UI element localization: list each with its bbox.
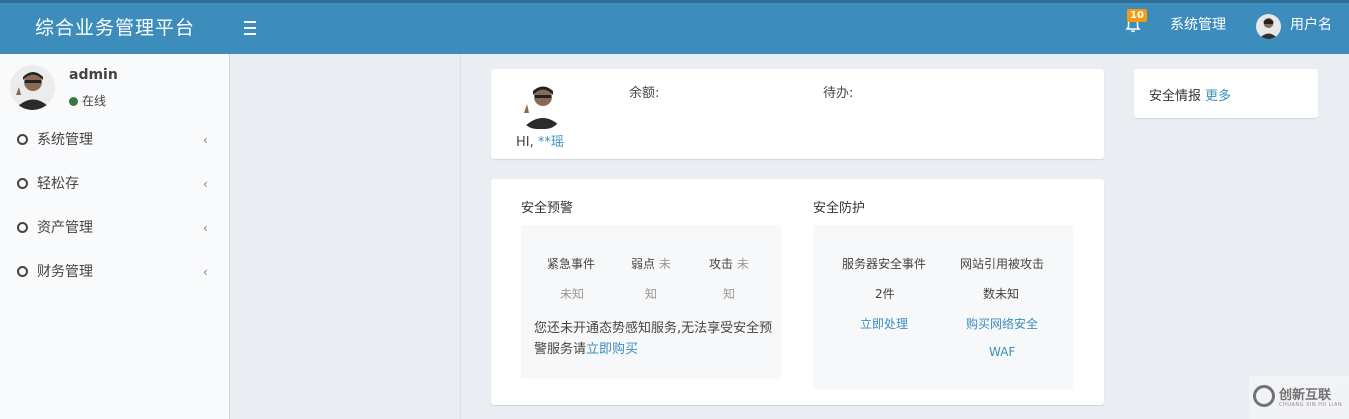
attack-label-text: 攻击: [709, 257, 734, 271]
balance-label: 余额:: [629, 86, 660, 101]
notice-body: 您还未开通态势感知服务,无法享受安全预警服务请: [534, 321, 773, 357]
circle-icon: [17, 134, 28, 145]
profile-avatar: [519, 79, 563, 129]
greeting-name[interactable]: **瑶: [538, 135, 564, 150]
user-panel: admin 在线: [0, 54, 229, 118]
security-card: 安全预警 紧急事件 未知 弱点 未 知 攻击 未 知 您还未开通态势感知服务,无…: [491, 179, 1104, 405]
server-events-label: 服务器安全事件: [842, 257, 927, 271]
user-menu[interactable]: 用户名: [1290, 0, 1332, 51]
security-warning-panel: 紧急事件 未知 弱点 未 知 攻击 未 知 您还未开通态势感知服务,无法享受安全…: [521, 225, 781, 379]
sidebar-item-assets[interactable]: 资产管理 ‹: [0, 206, 229, 250]
security-protection-title: 安全防护: [813, 201, 866, 216]
sidebar-item-label: 轻松存: [37, 176, 79, 192]
chevron-left-icon: ‹: [203, 177, 208, 191]
sidebar-item-label: 资产管理: [37, 220, 93, 236]
server-events-value: 2件: [875, 287, 895, 301]
security-protection-panel: 服务器安全事件 2件 立即处理 网站引用被攻击 数未知 购买网络安全 WAF: [813, 225, 1073, 389]
buy-now-link[interactable]: 立即购买: [586, 342, 638, 357]
handle-now-link[interactable]: 立即处理: [860, 315, 908, 332]
user-avatar: [10, 65, 55, 110]
system-management-link[interactable]: 系统管理: [1170, 0, 1226, 51]
attack-label-suffix: 未: [736, 257, 749, 271]
user-status: 在线: [69, 92, 106, 109]
sidebar-item-storage[interactable]: 轻松存 ‹: [0, 162, 229, 206]
greeting: HI, **瑶: [516, 131, 564, 150]
circle-icon: [17, 266, 28, 277]
intel-header: 安全情报 更多: [1149, 85, 1231, 104]
emergency-label: 紧急事件: [547, 257, 596, 271]
more-link[interactable]: 更多: [1205, 89, 1231, 104]
buy-security-link[interactable]: 购买网络安全: [966, 315, 1038, 332]
status-text: 在线: [82, 94, 107, 108]
sidebar-item-finance[interactable]: 财务管理 ‹: [0, 250, 229, 294]
notification-badge: 10: [1127, 9, 1147, 22]
watermark-text: 创新互联: [1279, 388, 1332, 403]
watermark-subtext: CHUANG XIN HU LIAN: [1279, 402, 1343, 408]
todo-label: 待办:: [823, 86, 854, 101]
header-avatar[interactable]: [1256, 14, 1281, 39]
online-dot-icon: [69, 97, 78, 106]
waf-link[interactable]: WAF: [989, 345, 1015, 359]
attack-label: 攻击 未: [709, 255, 749, 272]
notice-text: 您还未开通态势感知服务,无法享受安全预警服务请立即购买: [534, 318, 774, 360]
circle-icon: [17, 178, 28, 189]
weakness-label-suffix: 未: [658, 257, 671, 271]
chevron-left-icon: ‹: [203, 265, 208, 279]
watermark-circle-icon: [1253, 385, 1275, 407]
user-name: admin: [69, 67, 118, 83]
emergency-value: 未知: [560, 287, 585, 301]
watermark-logo: 创新互联 CHUANG XIN HU LIAN: [1249, 376, 1349, 419]
sidebar: admin 在线 系统管理 ‹ 轻松存 ‹ 资产管理 ‹ 财务管理 ‹: [0, 54, 230, 419]
security-intel-card: 安全情报 更多: [1134, 69, 1318, 118]
weakness-label-text: 弱点: [631, 257, 656, 271]
sidebar-item-label: 财务管理: [37, 264, 93, 280]
circle-icon: [17, 222, 28, 233]
security-warning-title: 安全预警: [521, 201, 574, 216]
profile-card: HI, **瑶 余额: 待办:: [491, 69, 1104, 159]
site-attack-value: 数未知: [983, 287, 1020, 301]
sidebar-item-label: 系统管理: [37, 132, 93, 148]
top-header: 综合业务管理平台: [0, 0, 1349, 54]
sidebar-item-system[interactable]: 系统管理 ‹: [0, 118, 229, 162]
greeting-prefix: HI,: [516, 135, 534, 150]
weakness-label: 弱点 未: [631, 255, 671, 272]
brand-title[interactable]: 综合业务管理平台: [0, 3, 230, 54]
menu-toggle-icon[interactable]: [240, 17, 260, 39]
sub-panel: [230, 54, 461, 419]
weakness-value: 知: [645, 287, 658, 301]
chevron-left-icon: ‹: [203, 133, 208, 147]
intel-title: 安全情报: [1149, 89, 1202, 104]
chevron-left-icon: ‹: [203, 221, 208, 235]
attack-value: 知: [723, 287, 736, 301]
site-attack-label: 网站引用被攻击: [960, 257, 1045, 271]
